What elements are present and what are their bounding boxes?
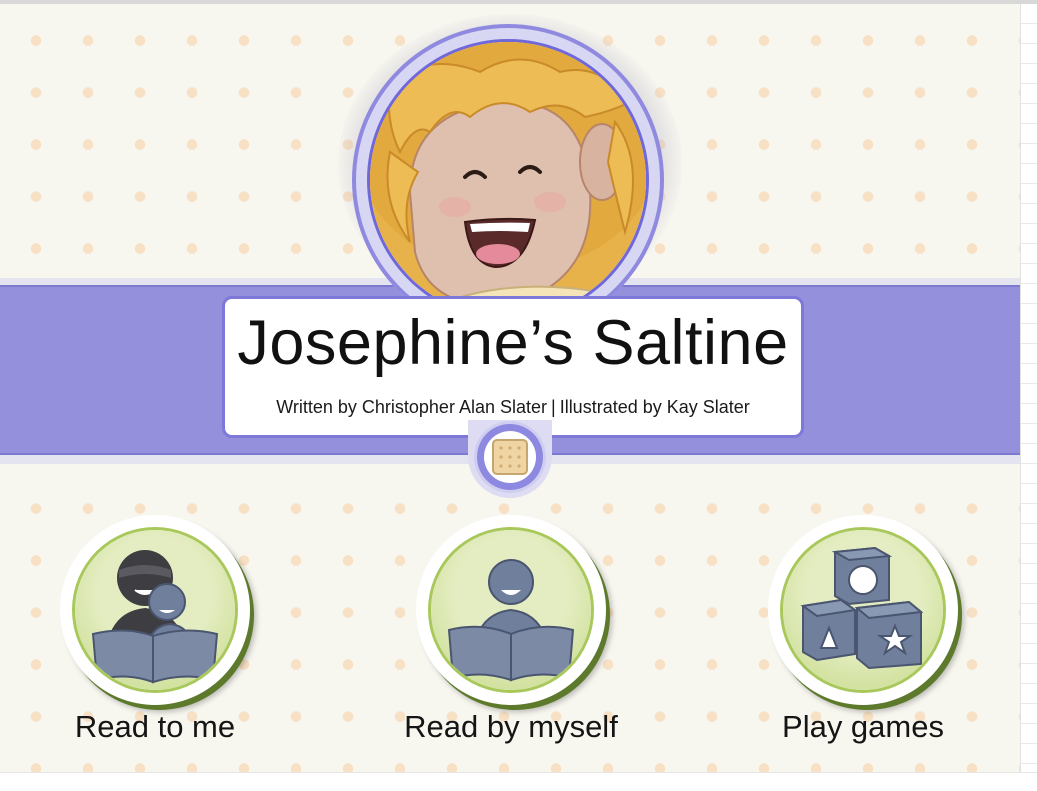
author-credit: Written by Christopher Alan Slater [276,397,547,417]
play-games-label: Play games [782,709,944,744]
play-games-button[interactable]: Play games [768,515,968,755]
josephine-portrait-icon [370,42,646,318]
vertical-scrollbar[interactable] [1020,4,1037,772]
child-reading-icon [431,530,591,690]
book-credits: Written by Christopher Alan Slater | Illus… [225,397,801,418]
read-by-myself-button-ring [416,515,606,705]
read-to-me-button[interactable]: Read to me [60,515,260,755]
saltine-cracker-icon [492,439,528,475]
title-card: Josephine’s Saltine Written by Christoph… [222,296,804,438]
toy-blocks-icon [783,530,943,690]
app-screen: Josephine’s Saltine Written by Christoph… [0,0,1037,791]
parent-and-child-reading-icon [75,530,235,690]
credit-separator: | [551,397,556,417]
read-by-myself-label: Read by myself [404,709,618,744]
read-to-me-button-ring [60,515,250,705]
read-by-myself-button[interactable]: Read by myself [404,515,618,755]
play-games-button-ring [768,515,958,705]
bottom-bar [0,772,1037,791]
cracker-badge [477,424,543,490]
read-to-me-label: Read to me [74,709,236,744]
book-title: Josephine’s Saltine [237,308,789,378]
illustrator-credit: Illustrated by Kay Slater [559,397,750,417]
